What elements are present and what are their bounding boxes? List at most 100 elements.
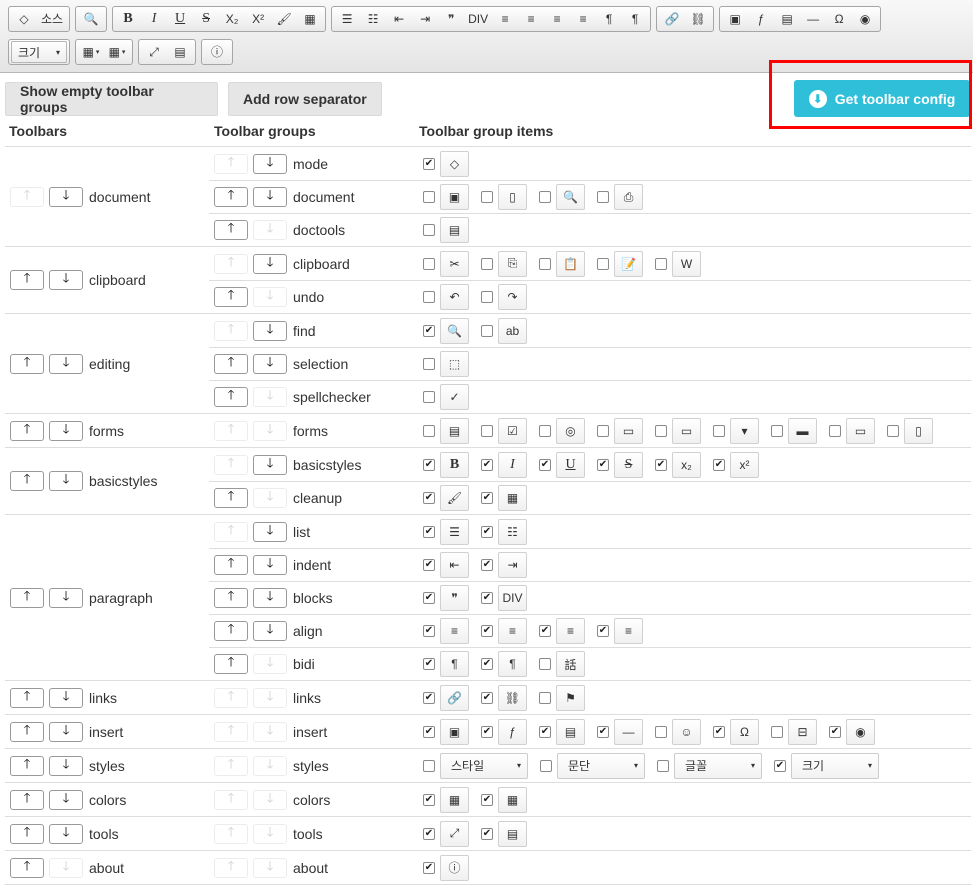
item-checkbox[interactable]: ✔ bbox=[539, 458, 551, 471]
toolbar-button[interactable]: ▤ bbox=[167, 41, 193, 63]
item-checkbox[interactable] bbox=[829, 424, 841, 437]
toolbar-button[interactable]: X² bbox=[245, 8, 271, 30]
move-toolbar-up-button[interactable]: 🡑 bbox=[10, 857, 44, 878]
item-checkbox[interactable]: ✔ bbox=[423, 492, 435, 504]
size-combo[interactable]: 크기 ▾ bbox=[11, 41, 67, 63]
item-checkbox[interactable]: ✔ bbox=[829, 725, 841, 738]
item-checkbox[interactable]: ✔ bbox=[423, 827, 435, 840]
item-checkbox[interactable]: ✔ bbox=[423, 861, 435, 874]
move-group-up-button[interactable]: 🡑 bbox=[214, 387, 248, 407]
move-group-down-button[interactable]: 🡓 bbox=[253, 621, 287, 641]
toolbar-button[interactable]: ▦ bbox=[297, 8, 323, 30]
move-toolbar-down-button[interactable]: 🡓 bbox=[49, 823, 83, 844]
item-checkbox[interactable] bbox=[539, 424, 551, 437]
move-group-up-button[interactable]: 🡑 bbox=[214, 354, 248, 374]
move-toolbar-down-button[interactable]: 🡓 bbox=[49, 755, 83, 776]
item-checkbox[interactable]: ✔ bbox=[713, 458, 725, 471]
toolbar-button[interactable]: ― bbox=[800, 8, 826, 30]
toolbar-button[interactable]: 🔍 bbox=[78, 8, 104, 30]
item-checkbox[interactable]: ✔ bbox=[423, 324, 435, 337]
toolbar-button[interactable]: ¶ bbox=[622, 8, 648, 30]
toolbar-button[interactable]: ≡ bbox=[570, 8, 596, 30]
item-dropdown[interactable]: 스타일 ▾ bbox=[440, 752, 528, 779]
toolbar-button[interactable]: ❞ bbox=[438, 8, 464, 30]
item-checkbox[interactable] bbox=[423, 257, 435, 270]
move-toolbar-down-button[interactable]: 🡓 bbox=[49, 353, 83, 374]
toolbar-button[interactable]: 소스 bbox=[37, 8, 67, 30]
move-toolbar-up-button[interactable]: 🡑 bbox=[10, 353, 44, 374]
move-toolbar-down-button[interactable]: 🡓 bbox=[49, 721, 83, 742]
toolbar-button[interactable]: X₂ bbox=[219, 8, 245, 30]
item-checkbox[interactable] bbox=[481, 191, 493, 203]
move-group-up-button[interactable]: 🡑 bbox=[214, 654, 248, 674]
move-toolbar-down-button[interactable]: 🡓 bbox=[49, 186, 83, 207]
item-checkbox[interactable] bbox=[597, 257, 609, 270]
item-checkbox[interactable]: ✔ bbox=[481, 592, 493, 604]
item-checkbox[interactable]: ✔ bbox=[713, 725, 725, 738]
item-checkbox[interactable] bbox=[423, 224, 435, 236]
item-checkbox[interactable]: ✔ bbox=[481, 492, 493, 504]
move-group-down-button[interactable]: 🡓 bbox=[253, 253, 287, 274]
move-group-down-button[interactable]: 🡓 bbox=[253, 521, 287, 542]
item-checkbox[interactable] bbox=[539, 257, 551, 270]
item-checkbox[interactable]: ✔ bbox=[423, 691, 435, 704]
item-checkbox[interactable] bbox=[481, 324, 493, 337]
item-checkbox[interactable]: ✔ bbox=[481, 625, 493, 637]
move-group-down-button[interactable]: 🡓 bbox=[253, 187, 287, 207]
move-toolbar-down-button[interactable]: 🡓 bbox=[49, 587, 83, 608]
move-group-up-button[interactable]: 🡑 bbox=[214, 287, 248, 307]
item-checkbox[interactable]: ✔ bbox=[597, 725, 609, 738]
toolbar-button[interactable]: ⇤ bbox=[386, 8, 412, 30]
move-toolbar-down-button[interactable]: 🡓 bbox=[49, 471, 83, 491]
toolbar-button[interactable]: ⓘ bbox=[204, 41, 230, 63]
item-checkbox[interactable] bbox=[481, 257, 493, 270]
move-group-down-button[interactable]: 🡓 bbox=[253, 588, 287, 608]
item-checkbox[interactable]: ✔ bbox=[423, 559, 435, 571]
move-group-down-button[interactable]: 🡓 bbox=[253, 153, 287, 174]
item-checkbox[interactable] bbox=[481, 424, 493, 437]
item-checkbox[interactable] bbox=[423, 191, 435, 203]
toolbar-button[interactable]: ≡ bbox=[492, 8, 518, 30]
item-checkbox[interactable]: ✔ bbox=[539, 725, 551, 738]
toolbar-button[interactable]: ☷ bbox=[360, 8, 386, 30]
item-checkbox[interactable] bbox=[597, 191, 609, 203]
move-group-up-button[interactable]: 🡑 bbox=[214, 621, 248, 641]
move-toolbar-up-button[interactable]: 🡑 bbox=[10, 587, 44, 608]
toolbar-button[interactable]: ◉ bbox=[852, 8, 878, 30]
item-checkbox[interactable] bbox=[539, 191, 551, 203]
move-group-up-button[interactable]: 🡑 bbox=[214, 488, 248, 508]
toolbar-button[interactable]: ⤢ bbox=[141, 41, 167, 63]
item-checkbox[interactable]: ✔ bbox=[597, 458, 609, 471]
item-dropdown[interactable]: 글꼴 ▾ bbox=[674, 752, 762, 779]
get-toolbar-config-button[interactable]: ⬇ Get toolbar config bbox=[794, 80, 970, 117]
item-checkbox[interactable]: ✔ bbox=[423, 525, 435, 538]
add-row-separator-button[interactable]: Add row separator bbox=[228, 82, 382, 116]
move-toolbar-up-button[interactable]: 🡑 bbox=[10, 789, 44, 810]
toolbar-button[interactable]: Ω bbox=[826, 8, 852, 30]
move-group-down-button[interactable]: 🡓 bbox=[253, 354, 287, 374]
item-checkbox[interactable] bbox=[771, 424, 783, 437]
show-empty-toolbar-groups-button[interactable]: Show empty toolbar groups bbox=[5, 82, 218, 116]
item-checkbox[interactable]: ✔ bbox=[423, 458, 435, 471]
move-group-down-button[interactable]: 🡓 bbox=[253, 454, 287, 475]
item-checkbox[interactable] bbox=[887, 424, 899, 437]
toolbar-button[interactable]: ▤ bbox=[774, 8, 800, 30]
item-checkbox[interactable]: ✔ bbox=[774, 759, 786, 772]
item-checkbox[interactable] bbox=[540, 759, 552, 772]
item-checkbox[interactable] bbox=[597, 424, 609, 437]
item-checkbox[interactable] bbox=[713, 424, 725, 437]
toolbar-button[interactable]: S bbox=[193, 8, 219, 30]
toolbar-button[interactable]: ¶ bbox=[596, 8, 622, 30]
item-checkbox[interactable]: ✔ bbox=[481, 658, 493, 670]
toolbar-button[interactable]: ⇥ bbox=[412, 8, 438, 30]
toolbar-button[interactable]: ☰ bbox=[334, 8, 360, 30]
toolbar-button[interactable]: ▦ ▾ bbox=[78, 41, 104, 63]
toolbar-button[interactable]: ≡ bbox=[518, 8, 544, 30]
item-checkbox[interactable]: ✔ bbox=[423, 592, 435, 604]
item-dropdown[interactable]: 문단 ▾ bbox=[557, 752, 645, 779]
item-dropdown[interactable]: 크기 ▾ bbox=[791, 752, 879, 779]
item-checkbox[interactable] bbox=[539, 691, 551, 704]
move-toolbar-down-button[interactable]: 🡓 bbox=[49, 420, 83, 441]
item-checkbox[interactable]: ✔ bbox=[481, 525, 493, 538]
move-group-up-button[interactable]: 🡑 bbox=[214, 187, 248, 207]
